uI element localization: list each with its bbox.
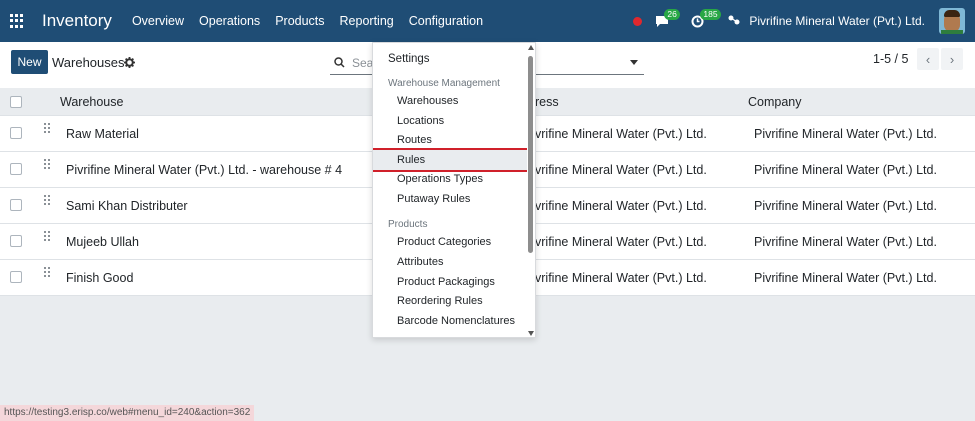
top-navbar: Inventory Overview Operations Products R… [0, 0, 975, 42]
menu-operations[interactable]: Operations [199, 14, 260, 28]
search-icon [334, 56, 345, 71]
dropdown-item-locations[interactable]: Locations [373, 111, 529, 131]
gear-icon[interactable] [124, 56, 135, 71]
column-address[interactable]: ress [535, 95, 559, 109]
messages-icon[interactable]: 26 [655, 9, 680, 30]
warehouse-name: Pivrifine Mineral Water (Pvt.) Ltd. - wa… [66, 163, 343, 177]
row-checkbox[interactable] [10, 271, 22, 283]
row-checkbox[interactable] [10, 163, 22, 175]
status-bar-url: https://testing3.erisp.co/web#menu_id=24… [0, 405, 255, 421]
dropdown-section-products: Products [388, 219, 428, 230]
pager-next-icon[interactable]: › [941, 48, 963, 70]
drag-handle-icon[interactable] [44, 267, 50, 277]
dropdown-item-routes[interactable]: Routes [373, 130, 529, 150]
dropdown-item-reordering-rules[interactable]: Reordering Rules [373, 291, 529, 311]
dropdown-section-warehouse-management: Warehouse Management [388, 78, 500, 89]
company-name[interactable]: Pivrifine Mineral Water (Pvt.) Ltd. [749, 14, 925, 28]
select-all-checkbox[interactable] [10, 96, 22, 108]
warehouse-name: Finish Good [66, 271, 134, 285]
search-options-caret-icon[interactable] [630, 60, 638, 65]
warehouse-company: Pivrifine Mineral Water (Pvt.) Ltd. [754, 271, 937, 285]
warehouse-company: Pivrifine Mineral Water (Pvt.) Ltd. [754, 163, 937, 177]
breadcrumb: Warehouses [52, 55, 125, 70]
menu-configuration[interactable]: Configuration [409, 14, 483, 28]
dropdown-item-warehouses[interactable]: Warehouses [373, 91, 529, 111]
pager-previous-icon[interactable]: ‹ [917, 48, 939, 70]
row-checkbox[interactable] [10, 235, 22, 247]
warehouse-address: vrifine Mineral Water (Pvt.) Ltd. [535, 199, 707, 213]
scroll-thumb[interactable] [528, 56, 533, 253]
user-avatar[interactable] [939, 8, 965, 34]
drag-handle-icon[interactable] [44, 231, 50, 241]
menu-reporting[interactable]: Reporting [340, 14, 394, 28]
warehouse-company: Pivrifine Mineral Water (Pvt.) Ltd. [754, 199, 937, 213]
warehouse-address: vrifine Mineral Water (Pvt.) Ltd. [535, 163, 707, 177]
warehouse-name: Mujeeb Ullah [66, 235, 139, 249]
dropdown-item-product-packagings[interactable]: Product Packagings [373, 272, 529, 292]
row-checkbox[interactable] [10, 127, 22, 139]
dropdown-item-barcode-nomenclatures[interactable]: Barcode Nomenclatures [373, 311, 529, 331]
dropdown-item-settings[interactable]: Settings [373, 49, 529, 69]
recording-indicator-icon[interactable] [633, 16, 643, 26]
drag-handle-icon[interactable] [44, 159, 50, 169]
warehouse-company: Pivrifine Mineral Water (Pvt.) Ltd. [754, 127, 937, 141]
warehouse-address: vrifine Mineral Water (Pvt.) Ltd. [535, 271, 707, 285]
warehouse-address: vrifine Mineral Water (Pvt.) Ltd. [535, 127, 707, 141]
warehouse-name: Raw Material [66, 127, 139, 141]
search-placeholder: Sea [352, 56, 374, 70]
company-switch-icon[interactable] [727, 14, 741, 29]
menu-products[interactable]: Products [275, 14, 324, 28]
configuration-dropdown: Settings Warehouse Management Warehouses… [372, 42, 536, 338]
menu-overview[interactable]: Overview [132, 14, 184, 28]
new-button[interactable]: New [11, 50, 48, 74]
warehouse-address: vrifine Mineral Water (Pvt.) Ltd. [535, 235, 707, 249]
scroll-up-arrow-icon[interactable] [528, 45, 534, 50]
app-title[interactable]: Inventory [42, 11, 112, 31]
column-company[interactable]: Company [748, 95, 802, 109]
column-warehouse[interactable]: Warehouse [60, 95, 123, 109]
pager-value[interactable]: 1-5 / 5 [873, 52, 908, 66]
activities-count-badge: 185 [700, 9, 721, 20]
dropdown-item-attributes[interactable]: Attributes [373, 252, 529, 272]
warehouse-company: Pivrifine Mineral Water (Pvt.) Ltd. [754, 235, 937, 249]
drag-handle-icon[interactable] [44, 123, 50, 133]
dropdown-scrollbar[interactable] [527, 43, 535, 337]
drag-handle-icon[interactable] [44, 195, 50, 205]
apps-menu-icon[interactable] [10, 14, 24, 28]
scroll-down-arrow-icon[interactable] [528, 331, 534, 336]
dropdown-item-rules[interactable]: Rules [373, 148, 531, 172]
warehouse-name: Sami Khan Distributer [66, 199, 188, 213]
messages-count-badge: 26 [664, 9, 680, 20]
dropdown-item-operations-types[interactable]: Operations Types [373, 169, 529, 189]
row-checkbox[interactable] [10, 199, 22, 211]
dropdown-item-putaway-rules[interactable]: Putaway Rules [373, 189, 529, 209]
dropdown-item-product-categories[interactable]: Product Categories [373, 232, 529, 252]
activities-clock-icon[interactable]: 185 [691, 9, 721, 30]
